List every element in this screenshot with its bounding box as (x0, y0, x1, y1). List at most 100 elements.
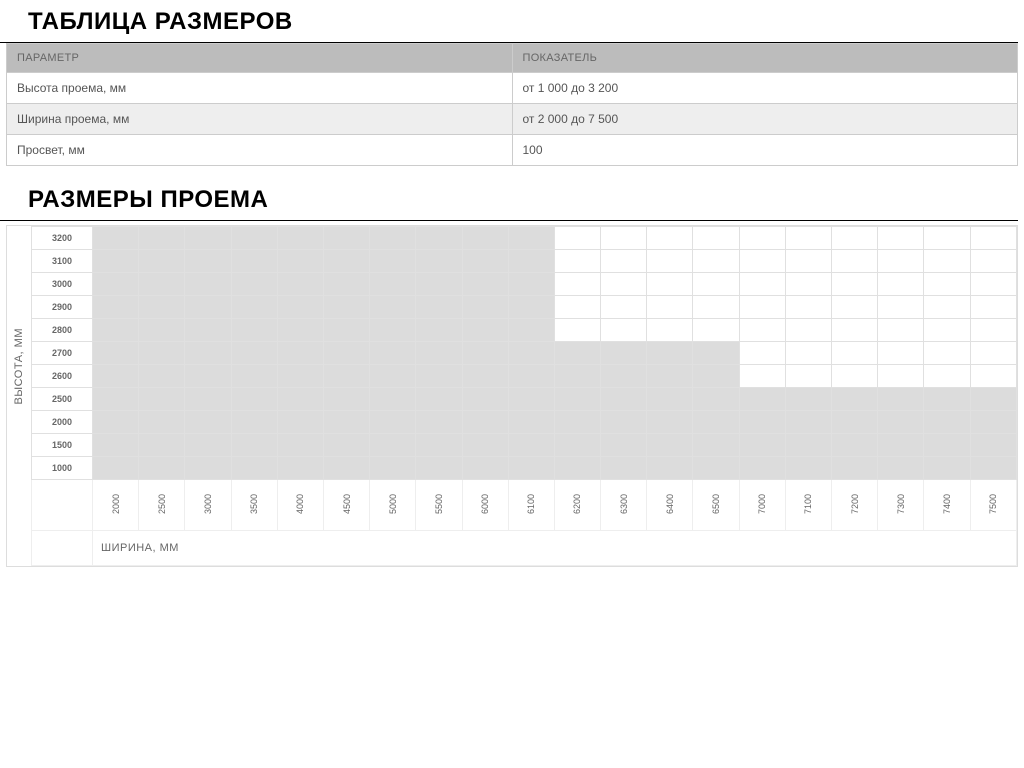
chart-cell (554, 227, 600, 250)
chart-cell (785, 342, 831, 365)
chart-cell (647, 457, 693, 480)
chart-cell (185, 227, 231, 250)
chart-cell (739, 296, 785, 319)
chart-cell (554, 365, 600, 388)
chart-cell (924, 434, 970, 457)
chart-cell (93, 434, 139, 457)
chart-cell (370, 342, 416, 365)
chart-cell (647, 342, 693, 365)
chart-cell (370, 319, 416, 342)
param-cell: Просвет, мм (7, 135, 513, 166)
chart-cell (693, 388, 739, 411)
chart-cell (139, 319, 185, 342)
chart-cell (139, 296, 185, 319)
chart-col-label: 4000 (277, 480, 323, 531)
chart-cell (693, 296, 739, 319)
chart-col-label: 6000 (462, 480, 508, 531)
chart-cell (277, 227, 323, 250)
chart-cell (693, 457, 739, 480)
chart-cell (878, 411, 924, 434)
chart-cell (647, 365, 693, 388)
chart-cell (693, 411, 739, 434)
chart-cell (924, 365, 970, 388)
chart-cell (601, 457, 647, 480)
chart-cell (231, 434, 277, 457)
chart-cell (462, 457, 508, 480)
chart-cell (462, 227, 508, 250)
chart-cell (231, 273, 277, 296)
chart-cell (601, 250, 647, 273)
chart-cell (785, 273, 831, 296)
chart-cell (693, 273, 739, 296)
chart-cell (231, 250, 277, 273)
chart-cell (139, 250, 185, 273)
chart-cell (462, 273, 508, 296)
chart-cell (647, 273, 693, 296)
chart-cell (878, 250, 924, 273)
chart-cell (832, 342, 878, 365)
chart-cell (139, 434, 185, 457)
chart-cell (693, 319, 739, 342)
chart-row-label: 1500 (32, 434, 93, 457)
chart-cell (416, 227, 462, 250)
chart-cell (93, 250, 139, 273)
chart-cell (832, 457, 878, 480)
chart-cell (416, 388, 462, 411)
chart-cell (416, 365, 462, 388)
table-row: Просвет, мм 100 (7, 135, 1018, 166)
chart-cell (693, 227, 739, 250)
chart-cell (416, 411, 462, 434)
chart-col-label: 6100 (508, 480, 554, 531)
chart-cell (370, 434, 416, 457)
chart-cell (231, 296, 277, 319)
chart-row-label: 2700 (32, 342, 93, 365)
chart-cell (323, 273, 369, 296)
chart-cell (878, 296, 924, 319)
chart-cell (601, 434, 647, 457)
chart-cell (93, 319, 139, 342)
chart-col-label: 6500 (693, 480, 739, 531)
chart-row-label: 2500 (32, 388, 93, 411)
chart-cell (970, 434, 1016, 457)
chart-cell (554, 457, 600, 480)
chart-row-label: 2000 (32, 411, 93, 434)
chart-cell (462, 365, 508, 388)
params-header-param: ПАРАМЕТР (7, 44, 513, 73)
chart-cell (277, 319, 323, 342)
value-cell: от 1 000 до 3 200 (512, 73, 1018, 104)
chart-cell (462, 250, 508, 273)
chart-cell (785, 319, 831, 342)
chart-col-label: 5500 (416, 480, 462, 531)
chart-cell (832, 411, 878, 434)
chart-cell (647, 296, 693, 319)
chart-cell (878, 273, 924, 296)
chart-cell (785, 227, 831, 250)
chart-cell (370, 296, 416, 319)
chart-cell (785, 457, 831, 480)
chart-cell (693, 342, 739, 365)
chart-cell (370, 388, 416, 411)
chart-cell (231, 227, 277, 250)
chart-cell (924, 227, 970, 250)
chart-cell (878, 227, 924, 250)
chart-cell (277, 434, 323, 457)
chart-cell (508, 227, 554, 250)
chart-cell (554, 273, 600, 296)
chart-cell (277, 411, 323, 434)
sizes-table-title: ТАБЛИЦА РАЗМЕРОВ (0, 0, 1018, 43)
value-cell: 100 (512, 135, 1018, 166)
chart-cell (323, 411, 369, 434)
chart-cell (832, 227, 878, 250)
chart-cell (185, 411, 231, 434)
chart-cell (647, 411, 693, 434)
chart-row-label: 2600 (32, 365, 93, 388)
table-row: Ширина проема, мм от 2 000 до 7 500 (7, 104, 1018, 135)
chart-cell (970, 273, 1016, 296)
chart-cell (785, 250, 831, 273)
chart-cell (93, 365, 139, 388)
chart-cell (323, 319, 369, 342)
chart-cell (647, 434, 693, 457)
chart-ylabel: ВЫСОТА, ММ (7, 328, 31, 404)
chart-row-label: 2900 (32, 296, 93, 319)
chart-cell (970, 319, 1016, 342)
